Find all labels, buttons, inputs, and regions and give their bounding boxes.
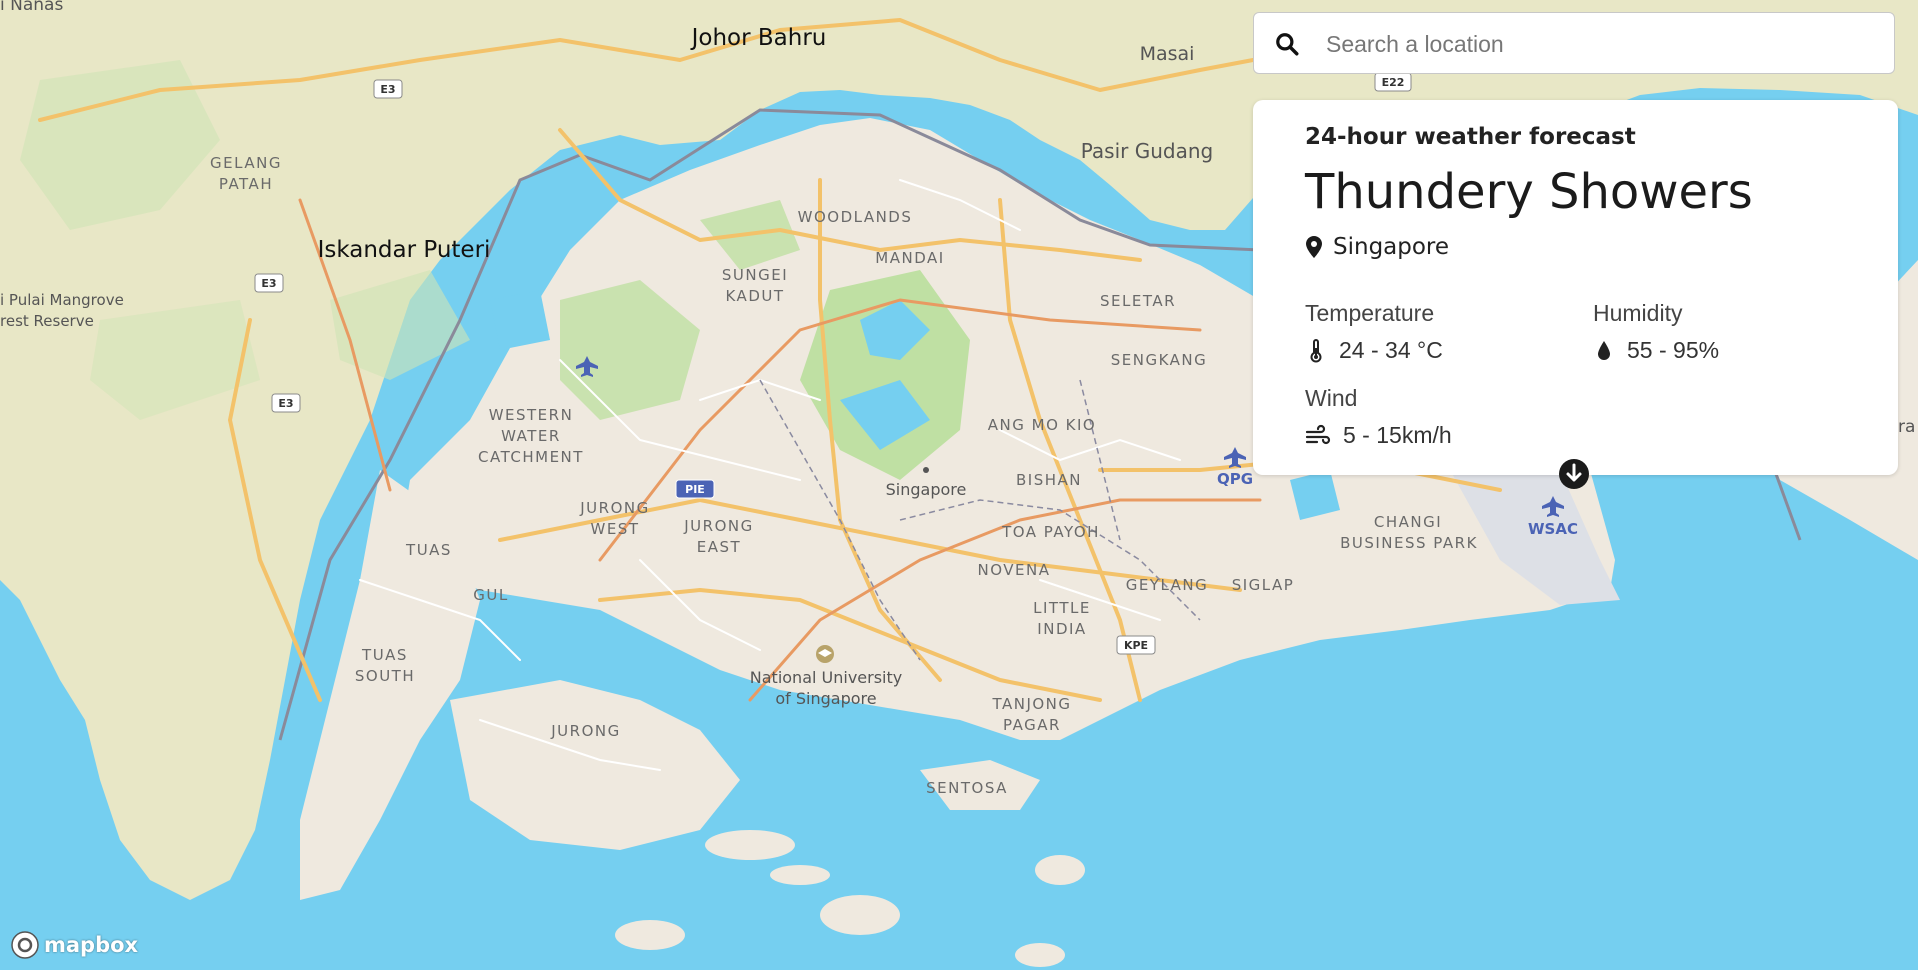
svg-text:E3: E3 (261, 277, 276, 290)
map-label-catchment: CATCHMENT (478, 448, 584, 466)
mapbox-logo[interactable]: mapbox (10, 930, 138, 960)
arrow-down-marker-icon[interactable] (1558, 458, 1590, 490)
map-label-ang-mo-kio: ANG MO KIO (988, 416, 1096, 434)
map-label-sengkang: SENGKANG (1111, 351, 1208, 369)
map-label-toa-payoh: TOA PAYOH (1001, 523, 1100, 541)
map-label-pulai-1: i Pulai Mangrove (0, 291, 124, 309)
map-label-bishan: BISHAN (1016, 471, 1082, 489)
map-label-masai: Masai (1140, 43, 1195, 65)
map-label-jurong-east: EAST (697, 538, 741, 556)
map-label-mandai: MANDAI (875, 249, 944, 267)
forecast-location: Singapore (1305, 234, 1449, 260)
map-label-tuas: TUAS (405, 541, 452, 559)
map-label-jurong-west: WEST (591, 520, 640, 538)
map-label-seletar: SELETAR (1100, 292, 1176, 310)
mapbox-attribution: mapbox (44, 933, 139, 957)
wind-label: Wind (1305, 385, 1358, 411)
map-label-wsac: WSAC (1528, 520, 1578, 538)
map-label-singapore: Singapore (886, 480, 967, 499)
humidity-value: 55 - 95% (1627, 337, 1720, 363)
map-label-jurong-island: JURONG (550, 722, 620, 740)
search-icon[interactable] (1274, 31, 1300, 57)
map-label-siglap: SIGLAP (1232, 576, 1295, 594)
humidity-label: Humidity (1593, 300, 1683, 326)
map-label-johor-bahru: Johor Bahru (690, 25, 827, 51)
humidity-metric: Humidity 55 - 95% (1593, 300, 1719, 364)
location-name: Singapore (1333, 234, 1450, 260)
map-label-nanas: i Nanas (0, 0, 63, 15)
map-label-patah: PATAH (219, 175, 273, 193)
map-label-tanjong: TANJONG (991, 695, 1071, 713)
map-label-western: WESTERN (489, 406, 574, 424)
search-input[interactable] (1324, 23, 1878, 65)
thermometer-icon (1310, 338, 1322, 363)
road-shield-e3-2: E3 (254, 273, 284, 293)
map-label-little: LITTLE (1033, 599, 1091, 617)
mapbox-icon (11, 931, 39, 959)
search-box[interactable] (1253, 12, 1895, 74)
wind-metric: Wind 5 - 15km/h (1305, 385, 1452, 449)
svg-text:KPE: KPE (1124, 639, 1148, 652)
map-label-changi: CHANGI (1374, 513, 1442, 531)
wind-icon (1305, 424, 1331, 444)
map-label-jurong-2: JURONG (683, 517, 753, 535)
map-label-india: INDIA (1037, 620, 1086, 638)
road-shield-e3-1: E3 (373, 79, 403, 99)
place-dot (923, 467, 929, 473)
svg-text:E22: E22 (1382, 76, 1405, 89)
map-label-pasir-gudang: Pasir Gudang (1081, 139, 1213, 163)
droplet-icon (1598, 340, 1610, 360)
temperature-label: Temperature (1305, 300, 1435, 326)
map-label-pagar: PAGAR (1003, 716, 1061, 734)
map-label-sungei: SUNGEI (722, 266, 788, 284)
road-shield-e3-3: E3 (271, 393, 301, 413)
svg-text:E3: E3 (278, 397, 293, 410)
map-label-qpg: QPG (1217, 470, 1253, 488)
graduation-cap-icon (816, 645, 834, 663)
wind-value: 5 - 15km/h (1343, 422, 1452, 448)
forecast-card: 24-hour weather forecast Thundery Shower… (1253, 100, 1898, 475)
map-label-business-park: BUSINESS PARK (1340, 534, 1478, 552)
map-label-sentosa: SENTOSA (926, 779, 1008, 797)
map-label-gelang: GELANG (210, 154, 282, 172)
map-label-kadut: KADUT (725, 287, 784, 305)
map-label-novena: NOVENA (978, 561, 1051, 579)
map-label-pulai-2: rest Reserve (0, 312, 94, 330)
map-label-tuas-south: SOUTH (355, 667, 415, 685)
map-label-jurong-1: JURONG (579, 499, 649, 517)
temperature-metric: Temperature 24 - 34 °C (1305, 300, 1443, 364)
map-label-nus-2: of Singapore (775, 689, 876, 708)
forecast-condition: Thundery Showers (1305, 164, 1753, 220)
road-shield-kpe: KPE (1116, 635, 1156, 655)
road-shield-e22: E22 (1374, 72, 1412, 92)
svg-text:E3: E3 (380, 83, 395, 96)
road-shield-pie: PIE (675, 479, 715, 499)
svg-text:PIE: PIE (685, 483, 705, 496)
map-label-tuas-2: TUAS (361, 646, 408, 664)
map-label-geylang: GEYLANG (1126, 576, 1209, 594)
map-label-edge: ra (1898, 417, 1915, 437)
map-label-woodlands: WOODLANDS (798, 208, 913, 226)
map-label-nus-1: National University (750, 668, 902, 687)
map-label-iskandar-puteri: Iskandar Puteri (318, 237, 491, 263)
map-label-gul: GUL (473, 586, 508, 604)
map-pin-icon (1306, 236, 1322, 258)
forecast-subtitle: 24-hour weather forecast (1305, 124, 1636, 150)
temperature-value: 24 - 34 °C (1339, 337, 1443, 363)
map-label-water: WATER (501, 427, 561, 445)
